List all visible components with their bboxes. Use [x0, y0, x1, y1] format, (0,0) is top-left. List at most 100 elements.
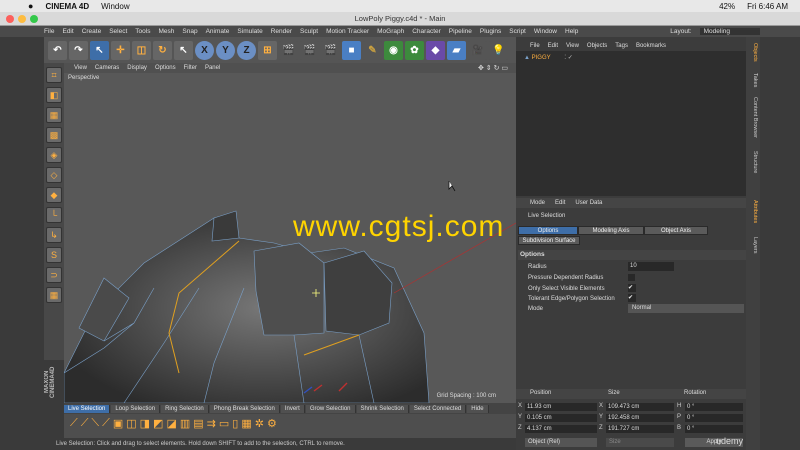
- window-menu[interactable]: Window: [101, 2, 129, 11]
- select-connected-tool-icon[interactable]: ◩: [153, 417, 163, 430]
- viewport-filter-menu[interactable]: Filter: [184, 65, 197, 71]
- menu-help[interactable]: Help: [565, 28, 578, 35]
- snapping-icon[interactable]: ⊃: [46, 267, 62, 283]
- minimize-window-icon[interactable]: [18, 15, 26, 23]
- rotation-p-field[interactable]: 0 °: [685, 414, 743, 422]
- pressure-checkbox[interactable]: [628, 274, 635, 281]
- menu-mograph[interactable]: MoGraph: [377, 28, 404, 35]
- scale-icon[interactable]: ◫: [132, 40, 151, 60]
- viewport-panel-menu[interactable]: Panel: [205, 65, 220, 71]
- menu-render[interactable]: Render: [271, 28, 292, 35]
- obj-tags-menu[interactable]: Tags: [615, 43, 628, 49]
- rotation-b-field[interactable]: 0 °: [685, 425, 743, 433]
- position-y-field[interactable]: 0.105 cm: [525, 414, 597, 422]
- radius-field[interactable]: 10: [628, 262, 674, 271]
- invert-tool-icon[interactable]: ▣: [113, 417, 123, 430]
- tab-live-selection[interactable]: Live Selection: [64, 404, 111, 413]
- axis-icon[interactable]: └: [46, 207, 62, 223]
- apple-icon[interactable]: ●: [28, 1, 33, 11]
- tab-shrink-selection[interactable]: Shrink Selection: [356, 404, 409, 413]
- border-selection-tool-icon[interactable]: ▯: [232, 417, 238, 430]
- menu-snap[interactable]: Snap: [182, 28, 197, 35]
- menu-script[interactable]: Script: [509, 28, 526, 35]
- tab-ring-selection[interactable]: Ring Selection: [161, 404, 209, 413]
- vtab-layers[interactable]: Layers: [748, 237, 758, 254]
- coordinate-mode-dropdown[interactable]: Object (Rel): [525, 438, 597, 447]
- modeling-axis-button[interactable]: Modeling Axis: [578, 226, 644, 235]
- vtab-attributes[interactable]: Attributes: [748, 200, 758, 223]
- fill-selection-tool-icon[interactable]: ✲: [255, 417, 264, 430]
- deformer-icon[interactable]: ◆: [426, 40, 445, 60]
- vtab-content-browser[interactable]: Content Browser: [748, 97, 758, 138]
- obj-objects-menu[interactable]: Objects: [587, 43, 607, 49]
- viewport-navigation-icons[interactable]: ✥ ⇕ ↻ ▭: [478, 64, 508, 72]
- menu-edit[interactable]: Edit: [62, 28, 73, 35]
- size-mode-dropdown[interactable]: Size: [606, 438, 674, 447]
- mode-dropdown[interactable]: Normal: [628, 304, 744, 313]
- object-row-piggy[interactable]: ▲ PIGGY ⁚ ✓: [524, 54, 573, 61]
- subdivision-icon[interactable]: ◉: [384, 40, 403, 60]
- menu-create[interactable]: Create: [82, 28, 102, 35]
- tab-phong-break-selection[interactable]: Phong Break Selection: [209, 404, 280, 413]
- menu-pipeline[interactable]: Pipeline: [449, 28, 472, 35]
- loop-selection-tool-icon[interactable]: ⟋: [81, 417, 89, 430]
- subdivision-surface-button[interactable]: Subdivision Surface: [518, 236, 580, 245]
- hide-tool-icon[interactable]: ◪: [166, 417, 176, 430]
- z-axis-button[interactable]: Z: [237, 40, 256, 60]
- undo-icon[interactable]: ↶: [48, 40, 67, 60]
- cube-icon[interactable]: ■: [342, 40, 361, 60]
- object-axis-button[interactable]: Object Axis: [644, 226, 708, 235]
- workplane-icon[interactable]: ▩: [46, 127, 62, 143]
- menu-file[interactable]: File: [44, 28, 54, 35]
- floor-icon[interactable]: ▰: [447, 40, 466, 60]
- tweak-icon[interactable]: ↳: [46, 227, 62, 243]
- app-menu-title[interactable]: CINEMA 4D: [45, 2, 89, 11]
- deselect-tool-icon[interactable]: ⇉: [207, 417, 216, 430]
- attr-mode-menu[interactable]: Mode: [530, 200, 545, 206]
- array-icon[interactable]: ✿: [405, 40, 424, 60]
- viewport-view-menu[interactable]: View: [74, 65, 87, 71]
- texture-mode-icon[interactable]: ▦: [46, 107, 62, 123]
- camera-icon[interactable]: 🎥: [468, 40, 487, 60]
- menu-simulate[interactable]: Simulate: [237, 28, 262, 35]
- tab-invert[interactable]: Invert: [280, 404, 305, 413]
- options-tab-button[interactable]: Options: [518, 226, 578, 235]
- tolerant-selection-checkbox[interactable]: ✔: [628, 294, 636, 302]
- attr-edit-menu[interactable]: Edit: [555, 200, 565, 206]
- recent-tools-icon[interactable]: ↖: [174, 40, 193, 60]
- close-window-icon[interactable]: [6, 15, 14, 23]
- size-z-field[interactable]: 191.727 cm: [606, 425, 674, 433]
- model-mode-icon[interactable]: ◧: [46, 87, 62, 103]
- tab-hide[interactable]: Hide: [467, 404, 489, 413]
- pen-icon[interactable]: ✎: [363, 40, 382, 60]
- menu-character[interactable]: Character: [412, 28, 441, 35]
- make-editable-icon[interactable]: ⌗: [46, 67, 62, 83]
- vtab-structure[interactable]: Structure: [748, 151, 758, 173]
- unhide-tool-icon[interactable]: ▥: [180, 417, 190, 430]
- grow-tool-icon[interactable]: ◫: [126, 417, 136, 430]
- points-mode-icon[interactable]: ◈: [46, 147, 62, 163]
- live-selection-icon[interactable]: ↖: [90, 40, 109, 60]
- redo-icon[interactable]: ↷: [69, 40, 88, 60]
- menu-motion-tracker[interactable]: Motion Tracker: [326, 28, 369, 35]
- vtab-takes[interactable]: Takes: [748, 73, 758, 87]
- polygons-mode-icon[interactable]: ◆: [46, 187, 62, 203]
- position-x-field[interactable]: 11.93 cm: [525, 403, 597, 411]
- y-axis-button[interactable]: Y: [216, 40, 235, 60]
- attr-userdata-menu[interactable]: User Data: [575, 200, 602, 206]
- menu-sculpt[interactable]: Sculpt: [300, 28, 318, 35]
- tab-select-connected[interactable]: Select Connected: [409, 404, 467, 413]
- menu-select[interactable]: Select: [109, 28, 127, 35]
- edit-render-settings-icon[interactable]: 🎬: [321, 40, 340, 60]
- tab-loop-selection[interactable]: Loop Selection: [111, 404, 161, 413]
- size-y-field[interactable]: 192.458 cm: [606, 414, 674, 422]
- menu-plugins[interactable]: Plugins: [480, 28, 501, 35]
- convert-selection-tool-icon[interactable]: ▭: [219, 417, 229, 430]
- solo-icon[interactable]: S: [46, 247, 62, 263]
- viewport-display-menu[interactable]: Display: [127, 65, 147, 71]
- light-icon[interactable]: 💡: [489, 40, 508, 60]
- coordinate-system-icon[interactable]: ⊞: [258, 40, 277, 60]
- lock-workplane-icon[interactable]: ▦: [46, 287, 62, 303]
- move-icon[interactable]: ✛: [111, 40, 130, 60]
- vtab-objects[interactable]: Objects: [748, 43, 758, 62]
